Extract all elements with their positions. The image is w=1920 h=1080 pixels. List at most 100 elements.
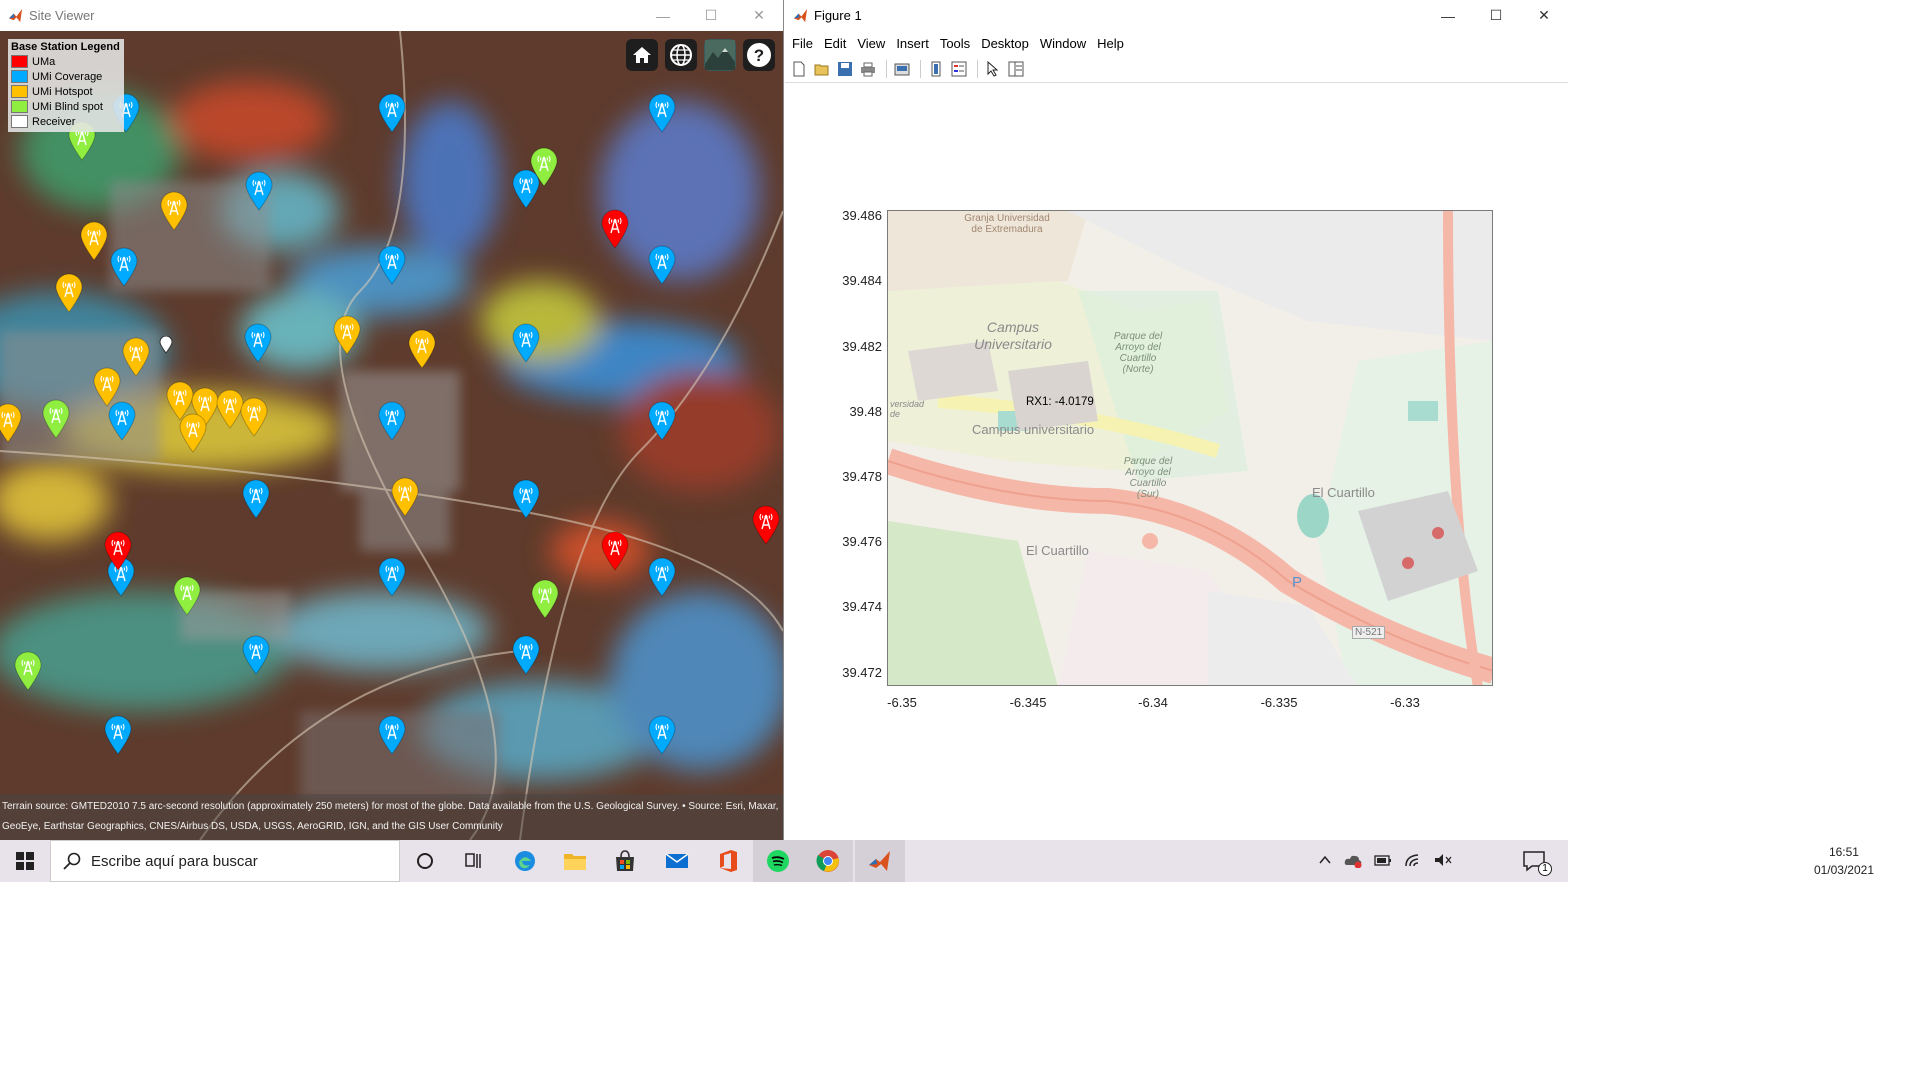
uma-pin[interactable] — [601, 209, 629, 249]
cortana-button[interactable] — [400, 840, 450, 882]
wifi-icon[interactable] — [1404, 852, 1422, 868]
data-tip-rx1[interactable]: RX1: -4.0179 — [1026, 396, 1094, 408]
toolbar-separator — [886, 59, 887, 78]
menu-file[interactable]: File — [787, 36, 819, 51]
notification-center-button[interactable]: 1 — [1522, 850, 1552, 876]
chrome-button[interactable] — [803, 840, 853, 882]
menu-view[interactable]: View — [852, 36, 891, 51]
chevron-up-icon[interactable] — [1318, 853, 1332, 867]
uma-pin[interactable] — [752, 505, 780, 545]
maximize-button[interactable]: ☐ — [1472, 0, 1520, 31]
umi-coverage-pin[interactable] — [648, 401, 676, 441]
umi-coverage-pin[interactable] — [512, 635, 540, 675]
help-button[interactable]: ? — [743, 39, 775, 71]
onedrive-icon[interactable] — [1344, 852, 1362, 868]
umi-blind-spot-pin[interactable] — [14, 651, 42, 691]
close-button[interactable]: ✕ — [735, 0, 783, 31]
coverage-map[interactable]: Base Station Legend UMa UMi Coverage UMi… — [0, 31, 783, 840]
taskbar-search[interactable]: Escribe aquí para buscar — [50, 840, 400, 882]
umi-coverage-pin[interactable] — [244, 323, 272, 363]
menu-window[interactable]: Window — [1035, 36, 1092, 51]
umi-coverage-pin[interactable] — [512, 323, 540, 363]
figure-titlebar[interactable]: Figure 1 — ☐ ✕ — [785, 0, 1568, 31]
uma-pin[interactable] — [601, 531, 629, 571]
menu-insert[interactable]: Insert — [891, 36, 935, 51]
umi-coverage-pin[interactable] — [242, 635, 270, 675]
new-figure-button[interactable] — [789, 59, 809, 79]
umi-hotspot-pin[interactable] — [408, 329, 436, 369]
menu-tools[interactable]: Tools — [935, 36, 976, 51]
matlab-button[interactable] — [855, 840, 905, 882]
umi-coverage-pin[interactable] — [108, 401, 136, 441]
print-preview-button[interactable] — [892, 59, 912, 79]
open-button[interactable] — [812, 59, 832, 79]
start-button[interactable] — [0, 840, 50, 882]
colorbar-button[interactable] — [926, 59, 946, 79]
home-button[interactable] — [626, 39, 658, 71]
task-view-button[interactable] — [450, 840, 500, 882]
print-button[interactable] — [858, 59, 878, 79]
office-button[interactable] — [703, 840, 753, 882]
umi-hotspot-pin[interactable] — [55, 273, 83, 313]
legend-button[interactable] — [949, 59, 969, 79]
umi-hotspot-pin[interactable] — [93, 367, 121, 407]
umi-coverage-pin[interactable] — [110, 247, 138, 287]
basemap-button[interactable] — [665, 39, 697, 71]
umi-hotspot-pin[interactable] — [333, 315, 361, 355]
site-viewer-titlebar[interactable]: Site Viewer — ☐ ✕ — [0, 0, 783, 31]
minimize-button[interactable]: — — [639, 0, 687, 31]
legend-swatch — [11, 100, 28, 113]
legend-label: UMa — [32, 55, 56, 68]
edit-plot-button[interactable] — [983, 59, 1003, 79]
site-viewer-window[interactable]: Site Viewer — ☐ ✕ Base Station Legend UM… — [0, 0, 784, 840]
umi-hotspot-pin[interactable] — [240, 397, 268, 437]
volume-muted-icon[interactable] — [1434, 852, 1452, 868]
mail-button[interactable] — [652, 840, 702, 882]
spotify-button[interactable] — [753, 840, 803, 882]
search-icon — [63, 852, 81, 870]
close-button[interactable]: ✕ — [1520, 0, 1568, 31]
umi-blind-spot-pin[interactable] — [173, 576, 201, 616]
save-button[interactable] — [835, 59, 855, 79]
umi-hotspot-pin[interactable] — [160, 191, 188, 231]
umi-hotspot-pin[interactable] — [179, 413, 207, 453]
umi-coverage-pin[interactable] — [648, 245, 676, 285]
maximize-button[interactable]: ☐ — [687, 0, 735, 31]
menu-desktop[interactable]: Desktop — [976, 36, 1035, 51]
map-attribution: Terrain source: GMTED2010 7.5 arc-second… — [0, 794, 783, 840]
umi-hotspot-pin[interactable] — [122, 337, 150, 377]
umi-coverage-pin[interactable] — [245, 171, 273, 211]
umi-blind-spot-pin[interactable] — [42, 399, 70, 439]
pointer-icon — [987, 60, 999, 77]
umi-coverage-pin[interactable] — [242, 479, 270, 519]
edge-button[interactable] — [500, 840, 550, 882]
taskbar-clock[interactable]: 16:51 01/03/2021 — [1814, 843, 1874, 879]
property-editor-button[interactable] — [1006, 59, 1026, 79]
menu-help[interactable]: Help — [1092, 36, 1130, 51]
menu-edit[interactable]: Edit — [819, 36, 852, 51]
uma-pin[interactable] — [104, 531, 132, 571]
umi-coverage-pin[interactable] — [378, 557, 406, 597]
umi-coverage-pin[interactable] — [378, 401, 406, 441]
umi-coverage-pin[interactable] — [648, 93, 676, 133]
umi-hotspot-pin[interactable] — [0, 403, 22, 443]
battery-icon[interactable] — [1374, 853, 1392, 867]
umi-blind-spot-pin[interactable] — [530, 147, 558, 187]
umi-coverage-pin[interactable] — [512, 479, 540, 519]
store-button[interactable] — [600, 840, 650, 882]
map-axes[interactable]: Granja Universidad de Extremadura Campus… — [887, 210, 1493, 686]
umi-coverage-pin[interactable] — [648, 715, 676, 755]
minimize-button[interactable]: — — [1424, 0, 1472, 31]
file-explorer-button[interactable] — [550, 840, 600, 882]
umi-coverage-pin[interactable] — [378, 245, 406, 285]
umi-coverage-pin[interactable] — [378, 715, 406, 755]
umi-coverage-pin[interactable] — [648, 557, 676, 597]
umi-coverage-pin[interactable] — [104, 715, 132, 755]
receiver-pin[interactable] — [159, 336, 173, 354]
umi-hotspot-pin[interactable] — [80, 221, 108, 261]
figure-window[interactable]: Figure 1 — ☐ ✕ File Edit View Insert Too… — [785, 0, 1568, 840]
umi-coverage-pin[interactable] — [378, 93, 406, 133]
umi-hotspot-pin[interactable] — [391, 477, 419, 517]
umi-blind-spot-pin[interactable] — [531, 579, 559, 619]
terrain-button[interactable] — [704, 39, 736, 71]
